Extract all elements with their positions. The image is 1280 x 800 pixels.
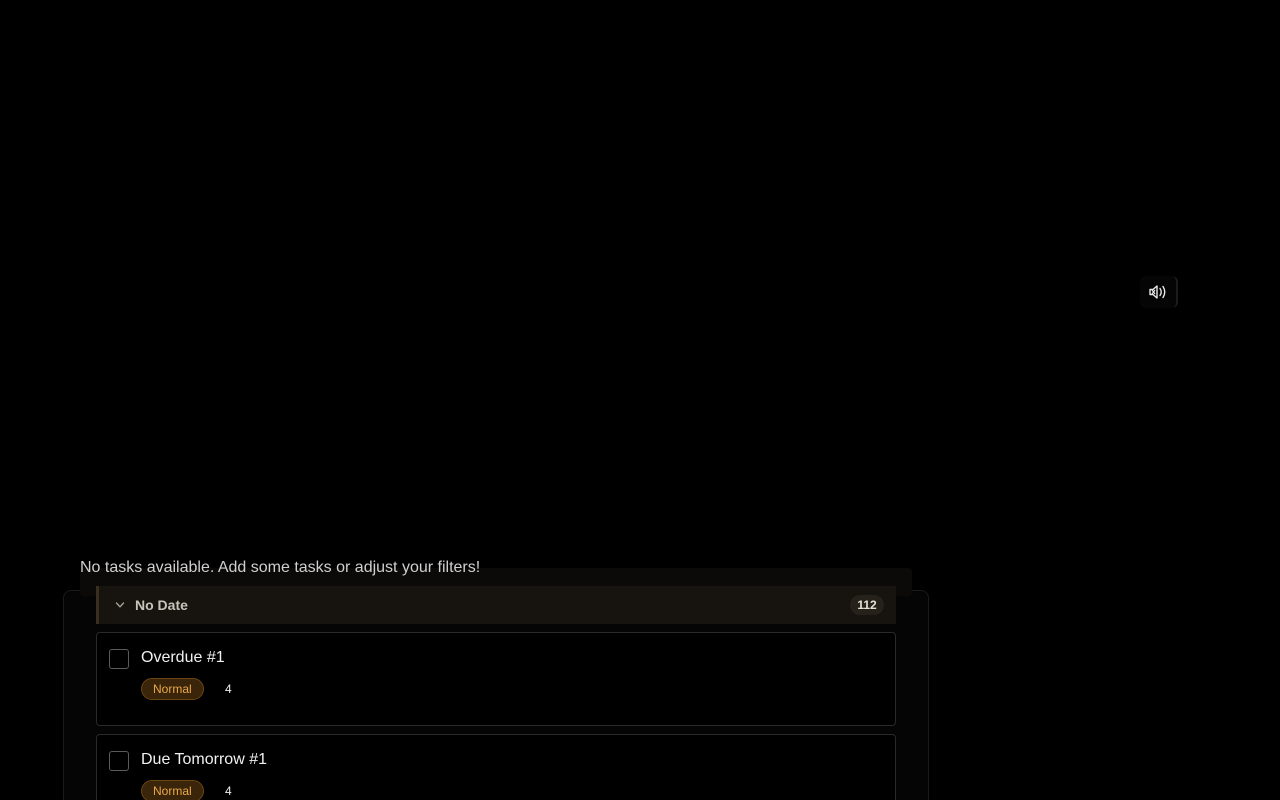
- priority-badge: Normal: [141, 678, 204, 700]
- task-number: 4: [225, 784, 232, 798]
- group-count-badge: 112: [850, 595, 884, 615]
- app-page: No tasks available. Add some tasks or ad…: [0, 0, 1280, 800]
- task-title[interactable]: Overdue #1: [141, 647, 225, 669]
- task-card[interactable]: Due Tomorrow #1 Normal 4: [96, 734, 896, 800]
- sound-toggle-button[interactable]: [1140, 276, 1178, 308]
- task-card[interactable]: Overdue #1 Normal 4: [96, 632, 896, 726]
- group-header-no-date[interactable]: No Date 112: [96, 586, 896, 624]
- chevron-down-icon: [115, 600, 125, 610]
- priority-badge: Normal: [141, 780, 204, 800]
- task-number: 4: [225, 682, 232, 696]
- group-title: No Date: [135, 597, 188, 613]
- task-checkbox[interactable]: [109, 649, 129, 669]
- empty-state-message: No tasks available. Add some tasks or ad…: [80, 559, 481, 576]
- speaker-muted-icon: [1148, 284, 1168, 300]
- task-checkbox[interactable]: [109, 751, 129, 771]
- task-title[interactable]: Due Tomorrow #1: [141, 749, 267, 771]
